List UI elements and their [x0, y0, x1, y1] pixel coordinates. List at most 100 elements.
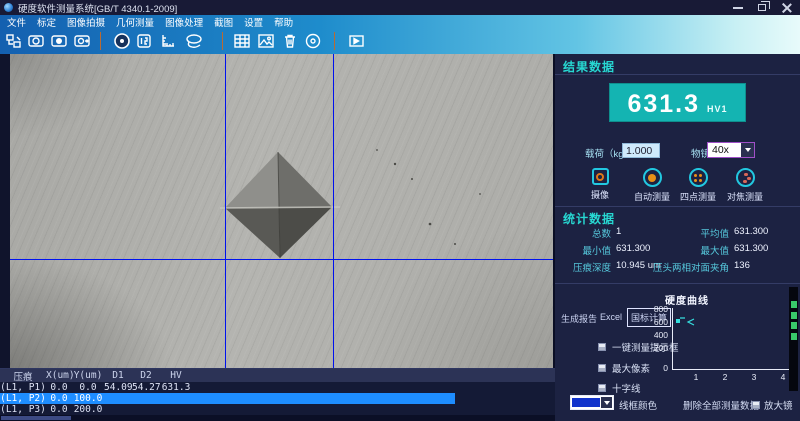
toolbar-button-camera[interactable] — [26, 31, 46, 51]
toolbar-button-delete[interactable] — [280, 31, 300, 51]
menu-file[interactable]: 文件 — [7, 15, 26, 29]
hardness-unit: HV1 — [707, 104, 728, 117]
dropdown-button[interactable] — [741, 143, 754, 157]
table-cell: 631.3 — [160, 382, 192, 393]
four-point-measure-icon — [689, 168, 708, 187]
toolbar-button-measure-point[interactable] — [112, 31, 132, 51]
checkbox-max-pixel[interactable]: 最大像素 — [598, 361, 650, 375]
right-panel: 结果数据 631.3 HV1 载荷（kg）: 物镜: 40x 摄像 自动测量 四… — [555, 54, 800, 421]
image-gallery-icon — [257, 32, 275, 50]
ruler-icon — [159, 32, 177, 50]
table-cell: 0.0 — [72, 382, 104, 393]
toolbar-button-data-grid[interactable] — [232, 31, 252, 51]
toolbar-button-live-capture[interactable] — [72, 31, 92, 51]
load-input[interactable] — [622, 143, 660, 158]
snapshot-icon — [50, 32, 68, 50]
four-point-measure-button[interactable]: 四点测量 — [671, 168, 725, 203]
measurement-table: 压痕 X(um) Y(um) D1 D2 HV (L1, P1) 0.0 0.0… — [0, 368, 555, 415]
menu-geometry-measure[interactable]: 几何测量 — [116, 15, 154, 29]
col-d2: D2 — [132, 370, 160, 381]
close-button[interactable] — [774, 0, 798, 15]
tab-generate-report[interactable]: 生成报告 — [561, 312, 597, 325]
stats-section-header: 统计数据 — [563, 210, 615, 227]
minimize-button[interactable] — [726, 0, 750, 15]
toolbar-separator — [334, 32, 335, 50]
toolbar-separator — [100, 32, 101, 50]
marker-annotation-icon — [679, 316, 697, 328]
menu-help[interactable]: 帮助 — [274, 15, 293, 29]
divider — [555, 283, 800, 284]
checkbox-icon — [752, 401, 760, 409]
restore-icon — [758, 4, 766, 11]
hardness-value-display: 631.3 HV1 — [610, 84, 745, 121]
menu-bar: 文件 标定 图像拍摄 几何测量 图像处理 截图 设置 帮助 — [0, 15, 800, 28]
line-color-label: 线框颜色 — [619, 398, 657, 412]
delete-all-button[interactable]: 删除全部测量数据 — [683, 398, 759, 412]
table-cell: 200.0 — [72, 404, 104, 415]
measure-line-right[interactable] — [333, 54, 334, 368]
checkbox-crosshair[interactable]: 十字线 — [598, 381, 641, 395]
record-disc-icon — [304, 32, 322, 50]
toolbar-button-snapshot[interactable] — [49, 31, 69, 51]
toolbar-button-record-disc[interactable] — [303, 31, 323, 51]
stat-value: 1 — [616, 226, 621, 237]
toolbar-button-ruler[interactable] — [158, 31, 178, 51]
scrollbar-segment — [791, 322, 797, 329]
camera-icon — [27, 32, 45, 50]
table-cell: 100.0 — [72, 393, 104, 404]
table-cell: 54.27 — [132, 382, 160, 393]
toolbar-button-image-gallery[interactable] — [256, 31, 276, 51]
table-row[interactable]: (L1, P1) 0.0 0.0 54.09 54.27 631.3 — [0, 382, 555, 393]
checkbox-label: 十字线 — [612, 381, 641, 395]
focus-measure-button[interactable]: 对焦测量 — [718, 168, 772, 203]
col-d1: D1 — [104, 370, 132, 381]
trash-icon — [281, 32, 299, 50]
col-y: Y(um) — [72, 370, 104, 381]
col-indent: 压痕 — [0, 369, 46, 383]
toolbar-separator — [222, 32, 223, 50]
stat-value: 631.300 — [616, 243, 650, 254]
menu-image-capture[interactable]: 图像拍摄 — [67, 15, 105, 29]
panel-scrollbar[interactable] — [789, 287, 798, 391]
menu-calibration[interactable]: 标定 — [37, 15, 56, 29]
toolbar-button-calibrate[interactable] — [4, 31, 24, 51]
scrollbar-segment — [791, 312, 797, 319]
magnifier-toggle[interactable]: 放大镜 — [752, 398, 793, 412]
measure-line-left[interactable] — [225, 54, 226, 368]
stat-label: 压痕深度 — [563, 260, 611, 274]
scrollbar-thumb[interactable] — [1, 416, 71, 420]
toolbar-button-indent-count[interactable] — [134, 31, 154, 51]
window-title: 硬度软件测量系统[GB/T 4340.1-2009] — [18, 1, 177, 15]
y-tick: 800 — [651, 304, 668, 314]
stat-value: 136 — [734, 260, 750, 271]
table-row[interactable]: (L1, P3) 0.0 200.0 — [0, 404, 555, 415]
table-cell: 0.0 — [46, 404, 72, 415]
restore-button[interactable] — [750, 0, 774, 15]
calibrate-icon — [5, 32, 23, 50]
app-window: 硬度软件测量系统[GB/T 4340.1-2009] 文件 标定 图像拍摄 几何… — [0, 0, 800, 421]
stat-value: 631.300 — [734, 243, 768, 254]
menu-settings[interactable]: 设置 — [244, 15, 263, 29]
tab-excel[interactable]: Excel — [600, 312, 622, 322]
indentation-diamond — [10, 54, 553, 368]
scrollbar-segment — [791, 301, 797, 308]
table-cell: (L1, P3) — [0, 404, 46, 415]
capture-button[interactable]: 摄像 — [573, 168, 627, 201]
measure-line-horizontal[interactable] — [10, 259, 553, 260]
toolbar-button-export[interactable] — [347, 31, 367, 51]
menu-screenshot[interactable]: 截图 — [214, 15, 233, 29]
microscope-image[interactable] — [10, 54, 553, 368]
dropdown-button[interactable] — [601, 397, 612, 408]
x-axis — [672, 369, 790, 370]
objective-select[interactable]: 40x — [707, 142, 755, 158]
table-row-selected[interactable]: (L1, P2) 0.0 100.0 — [0, 393, 455, 404]
horizontal-scrollbar[interactable] — [0, 415, 555, 421]
menu-image-processing[interactable]: 图像处理 — [165, 15, 203, 29]
table-cell: (L1, P1) — [0, 382, 46, 393]
capture-button-label: 摄像 — [573, 188, 627, 201]
line-color-picker[interactable] — [570, 395, 614, 410]
toolbar-button-lasso-select[interactable] — [184, 31, 204, 51]
checkbox-icon — [598, 343, 606, 351]
stat-label: 最大值 — [651, 243, 729, 257]
y-tick: 600 — [651, 317, 668, 327]
